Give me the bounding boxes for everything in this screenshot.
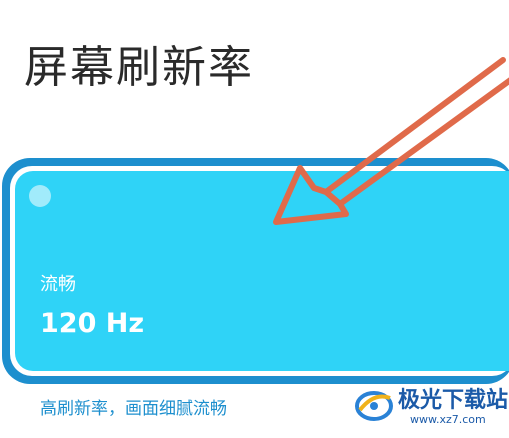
watermark: 极光下载站 www.xz7.com xyxy=(348,382,508,432)
aurora-logo-icon xyxy=(355,391,393,421)
watermark-brand: 极光下载站 xyxy=(398,388,509,413)
watermark-url: www.xz7.com xyxy=(410,413,486,426)
annotation-arrow-icon xyxy=(273,57,509,225)
